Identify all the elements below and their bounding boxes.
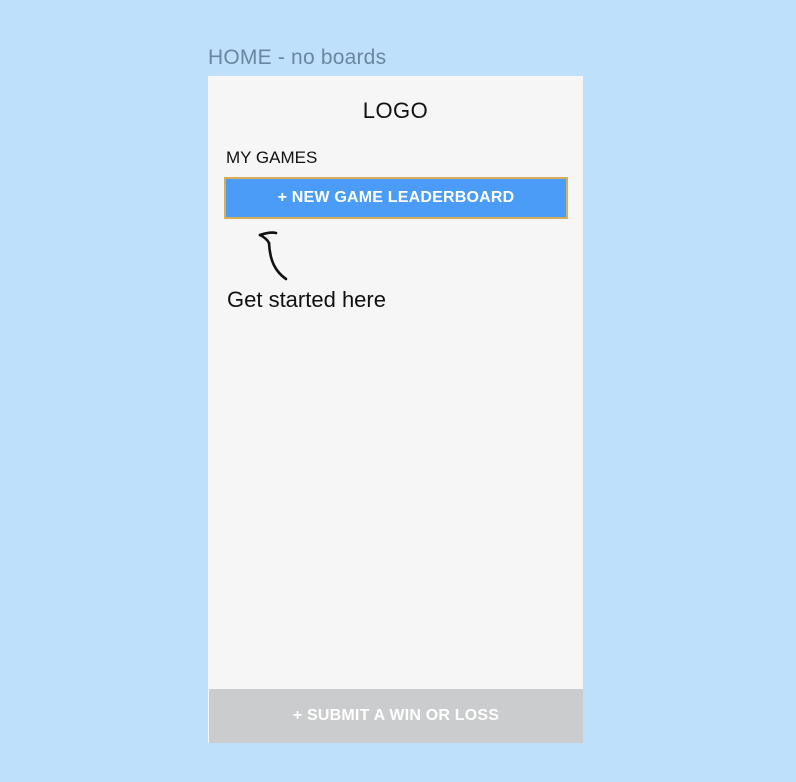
- home-screen: LOGO MY GAMES + NEW GAME LEADERBOARD Get…: [208, 76, 583, 743]
- frame-label: HOME - no boards: [208, 46, 387, 69]
- submit-win-or-loss-button[interactable]: + SUBMIT A WIN OR LOSS: [209, 689, 583, 743]
- logo: LOGO: [362, 98, 429, 123]
- my-games-heading: MY GAMES: [226, 148, 318, 167]
- curved-arrow-up-icon: [258, 231, 288, 281]
- new-game-leaderboard-button[interactable]: + NEW GAME LEADERBOARD: [224, 177, 568, 219]
- get-started-hint: Get started here: [227, 287, 386, 312]
